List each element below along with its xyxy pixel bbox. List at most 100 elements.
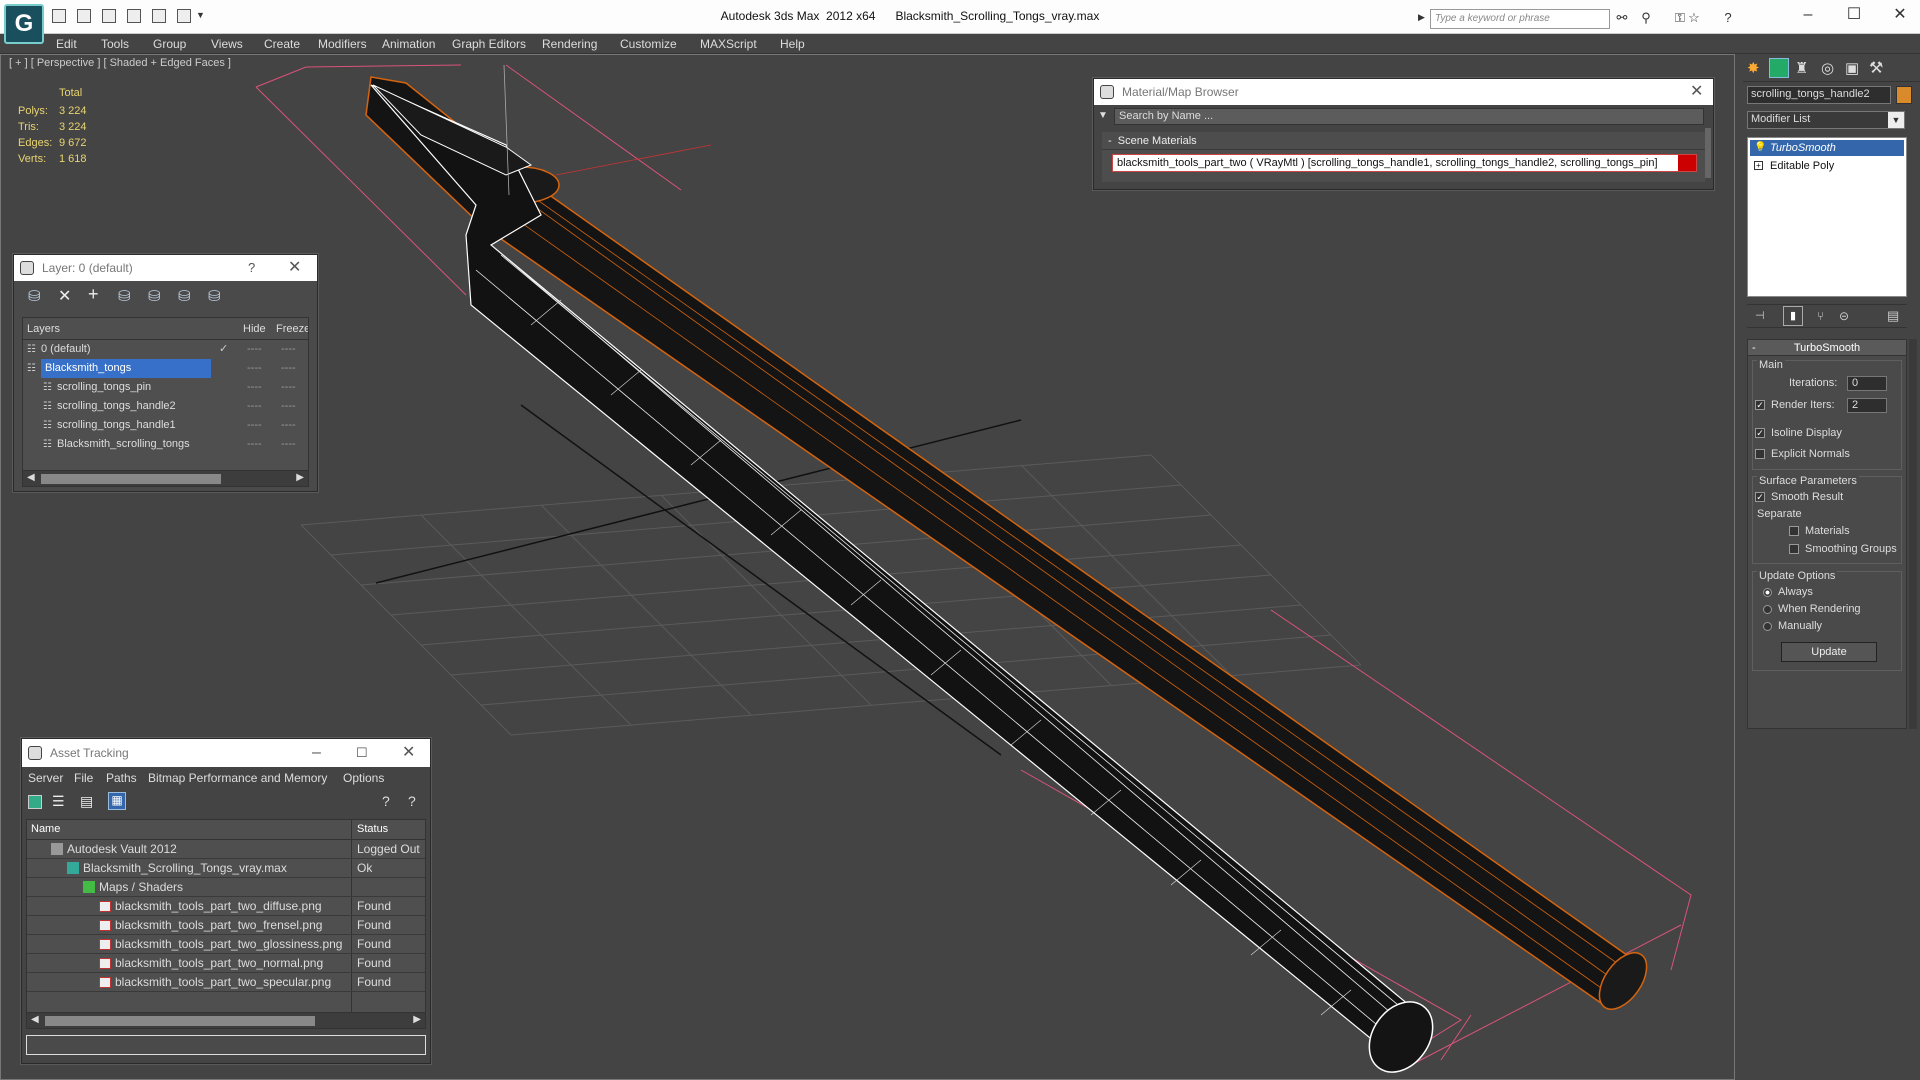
save-file-icon[interactable] xyxy=(77,9,91,23)
layer-row[interactable]: ☷ scrolling_tongs_handle2 ---- ---- xyxy=(23,397,308,416)
make-unique-icon[interactable]: ⑂ xyxy=(1817,309,1824,323)
utilities-tab-icon[interactable]: ⚒ xyxy=(1869,58,1883,78)
menu-edit[interactable]: Edit xyxy=(56,37,77,51)
quick-access-dropdown-icon[interactable]: ▼ xyxy=(196,10,205,20)
close-layer-panel-button[interactable]: ✕ xyxy=(288,255,301,281)
update-manually-radio[interactable]: Manually xyxy=(1763,620,1822,632)
freeze-toggle[interactable]: ---- xyxy=(281,435,296,454)
motion-tab-icon[interactable]: ◎ xyxy=(1821,59,1834,77)
asset-row[interactable]: Maps / Shaders xyxy=(27,878,425,897)
modifier-list-dropdown[interactable]: Modifier List ▼ xyxy=(1747,111,1905,129)
show-end-result-icon[interactable]: ▮ xyxy=(1783,306,1803,326)
freeze-toggle[interactable]: ---- xyxy=(281,340,296,359)
fetch-icon[interactable] xyxy=(127,9,141,23)
asset-path-field[interactable] xyxy=(26,1035,426,1055)
remove-modifier-icon[interactable]: ⊝ xyxy=(1839,309,1849,323)
maximize-button[interactable]: ☐ xyxy=(1831,3,1877,27)
col-layers[interactable]: Layers xyxy=(27,320,60,339)
favorites-icon[interactable]: ☆ xyxy=(1686,10,1702,26)
asset-row[interactable]: blacksmith_tools_part_two_glossiness.png… xyxy=(27,935,425,954)
highlight-layer-icon[interactable]: ⛁ xyxy=(148,287,161,305)
layer-row[interactable]: ☷ Blacksmith_scrolling_tongs ---- ---- xyxy=(23,435,308,454)
redo-icon[interactable] xyxy=(177,9,191,23)
scene-material-item[interactable]: blacksmith_tools_part_two ( VRayMtl ) [s… xyxy=(1112,154,1697,172)
freeze-toggle[interactable]: ---- xyxy=(281,397,296,416)
layer-current-check[interactable]: ✓ xyxy=(219,340,228,359)
menu-views[interactable]: Views xyxy=(211,37,243,51)
stack-item-editable-poly[interactable]: + Editable Poly xyxy=(1750,158,1904,174)
freeze-toggle[interactable]: ---- xyxy=(281,416,296,435)
asset-menu-server[interactable]: Server xyxy=(28,771,63,785)
tong-handle-selected[interactable] xyxy=(365,76,1656,1018)
chevron-down-icon[interactable]: ▼ xyxy=(1888,112,1904,128)
freeze-all-icon[interactable]: ⛁ xyxy=(208,287,221,305)
select-objects-icon[interactable]: ⛁ xyxy=(118,287,131,305)
scroll-thumb[interactable] xyxy=(41,474,221,484)
asset-table[interactable]: Name Status Autodesk Vault 2012 Logged Ou… xyxy=(26,819,426,1029)
object-color-swatch[interactable] xyxy=(1896,86,1912,104)
menu-rendering[interactable]: Rendering xyxy=(542,37,597,51)
undo-icon[interactable] xyxy=(152,9,166,23)
isoline-display-checkbox[interactable]: ✓ Isoline Display xyxy=(1755,427,1842,439)
asset-table-scrollbar[interactable]: ◀ ▶ xyxy=(27,1012,425,1028)
layer-row[interactable]: ☷ scrolling_tongs_handle1 ---- ---- xyxy=(23,416,308,435)
menu-tools[interactable]: Tools xyxy=(101,37,129,51)
layer-name[interactable]: Blacksmith_tongs xyxy=(41,359,211,378)
create-tab-icon[interactable]: ✸ xyxy=(1747,59,1760,77)
render-iters-spinner[interactable]: 2 xyxy=(1847,398,1887,413)
minimize-asset-tracking-button[interactable]: – xyxy=(312,739,321,767)
add-to-layer-icon[interactable]: + xyxy=(88,284,99,305)
menu-group[interactable]: Group xyxy=(153,37,186,51)
hide-toggle[interactable]: ---- xyxy=(247,378,262,397)
freeze-toggle[interactable]: ---- xyxy=(281,378,296,397)
layer-row[interactable]: ☷ scrolling_tongs_pin ---- ---- xyxy=(23,378,308,397)
pin-stack-icon[interactable]: ⊣ xyxy=(1755,309,1765,322)
binoculars-icon[interactable]: ⚯ xyxy=(1614,10,1630,26)
configure-sets-icon[interactable]: ▤ xyxy=(1887,308,1899,324)
col-status[interactable]: Status xyxy=(357,820,388,839)
update-always-radio[interactable]: Always xyxy=(1763,586,1813,598)
hide-toggle[interactable]: ---- xyxy=(247,416,262,435)
maximize-asset-tracking-button[interactable]: ☐ xyxy=(356,739,368,767)
asset-row[interactable]: blacksmith_tools_part_two_frensel.png Fou… xyxy=(27,916,425,935)
asset-menu-bitmap-performance[interactable]: Bitmap Performance and Memory xyxy=(148,771,327,785)
update-button[interactable]: Update xyxy=(1781,642,1877,662)
hold-icon[interactable] xyxy=(102,9,116,23)
table-view-icon[interactable]: ▦ xyxy=(108,792,126,810)
menu-animation[interactable]: Animation xyxy=(382,37,435,51)
asset-row[interactable]: Autodesk Vault 2012 Logged Out xyxy=(27,840,425,859)
hierarchy-tab-icon[interactable]: ♜ xyxy=(1795,59,1808,77)
subscription-icon[interactable]: ⚲ xyxy=(1638,10,1654,26)
search-input[interactable]: Type a keyword or phrase xyxy=(1430,9,1610,29)
delete-layer-icon[interactable]: ✕ xyxy=(58,286,71,306)
layer-name[interactable]: Blacksmith_scrolling_tongs xyxy=(57,435,190,454)
asset-menu-options[interactable]: Options xyxy=(343,771,384,785)
help-icon[interactable]: ? xyxy=(1720,10,1736,26)
layer-name[interactable]: scrolling_tongs_pin xyxy=(57,378,151,397)
scroll-right-icon[interactable]: ▶ xyxy=(296,472,304,483)
layer-row[interactable]: ☷ 0 (default) ✓ ---- ---- xyxy=(23,340,308,359)
freeze-toggle[interactable]: ---- xyxy=(281,359,296,378)
render-iters-checkbox[interactable]: ✓ Render Iters: xyxy=(1755,399,1835,411)
browser-options-dropdown-icon[interactable]: ▼ xyxy=(1098,110,1108,121)
scroll-right-icon[interactable]: ▶ xyxy=(413,1014,421,1025)
menu-create[interactable]: Create xyxy=(264,37,300,51)
scene-materials-header[interactable]: - Scene Materials xyxy=(1102,132,1705,150)
iterations-spinner[interactable]: 0 xyxy=(1847,376,1887,391)
tree-view-icon[interactable]: ▤ xyxy=(80,793,93,810)
scroll-left-icon[interactable]: ◀ xyxy=(27,472,35,483)
layer-row[interactable]: ☷ Blacksmith_tongs ---- ---- xyxy=(23,359,308,378)
hide-toggle[interactable]: ---- xyxy=(247,340,262,359)
layer-name[interactable]: scrolling_tongs_handle2 xyxy=(57,397,176,416)
asset-menu-paths[interactable]: Paths xyxy=(106,771,137,785)
rollout-header[interactable]: - TurboSmooth xyxy=(1748,340,1906,356)
asset-row[interactable]: blacksmith_tools_part_two_diffuse.png Fou… xyxy=(27,897,425,916)
menu-maxscript[interactable]: MAXScript xyxy=(700,37,757,51)
menu-modifiers[interactable]: Modifiers xyxy=(318,37,367,51)
separate-materials-checkbox[interactable]: Materials xyxy=(1789,525,1850,537)
refresh-icon[interactable] xyxy=(28,795,42,809)
col-freeze[interactable]: Freeze xyxy=(276,320,308,339)
collapse-icon[interactable]: - xyxy=(1752,340,1756,356)
layer-help-button[interactable]: ? xyxy=(248,255,255,281)
layer-name[interactable]: scrolling_tongs_handle1 xyxy=(57,416,176,435)
